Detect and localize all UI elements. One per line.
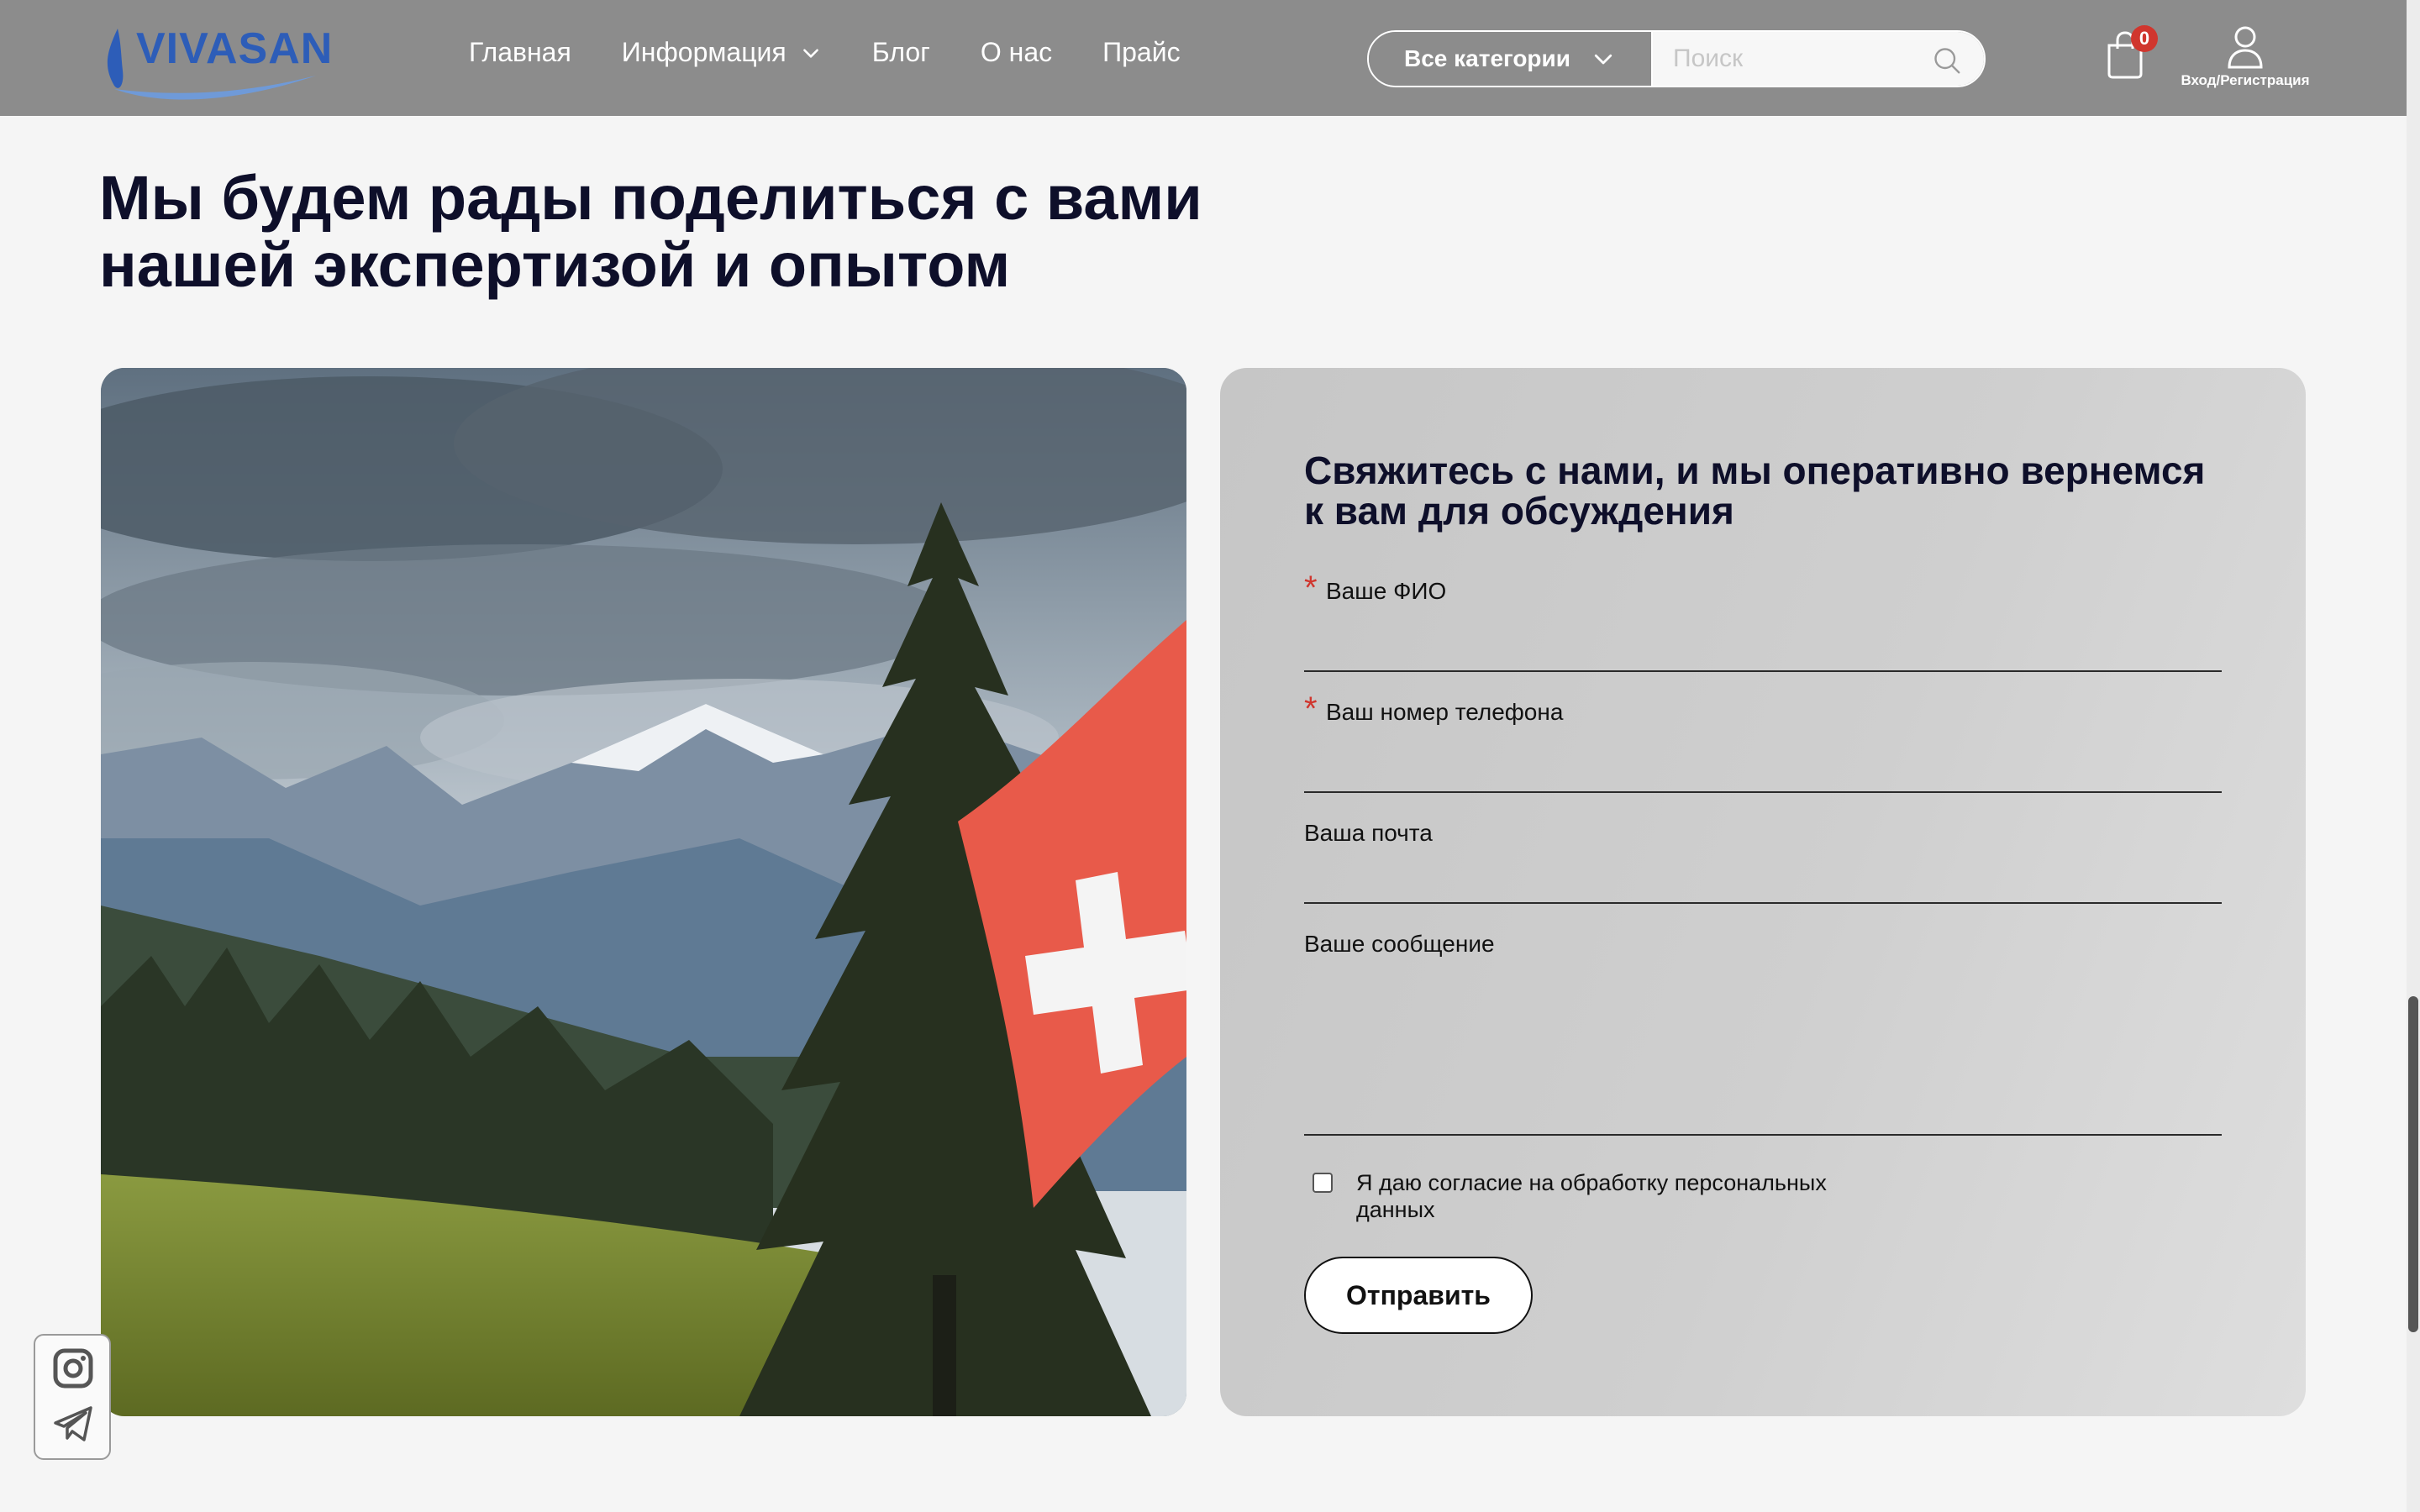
phone-field[interactable]: * Ваш номер телефона [1304, 690, 2225, 793]
fullname-field[interactable]: * Ваше ФИО [1304, 570, 2225, 672]
instagram-icon [53, 1348, 93, 1389]
instagram-link[interactable] [52, 1347, 94, 1389]
nav-price[interactable]: Прайс [1102, 37, 1180, 68]
page-scrollbar[interactable] [2407, 0, 2420, 1512]
telegram-link[interactable] [52, 1403, 94, 1445]
form-title-line1: Свяжитесь с нами, и мы оперативно вернем… [1304, 449, 2206, 492]
category-select[interactable]: Все категории [1369, 32, 1653, 86]
consent-line1: Я даю согласие на обработку персональных [1356, 1170, 1827, 1195]
cart-count-badge: 0 [2131, 25, 2158, 52]
search-box [1653, 32, 1984, 86]
nav-blog[interactable]: Блог [872, 37, 930, 68]
phone-label: Ваш номер телефона [1326, 699, 1564, 725]
nav-info-label: Информация [621, 37, 786, 67]
search-bar: Все категории [1367, 30, 1986, 87]
required-mark: * [1304, 570, 1318, 606]
user-icon [2228, 26, 2263, 69]
form-title: Свяжитесь с нами, и мы оперативно вернем… [1304, 450, 2254, 531]
alps-swiss-flag-photo [101, 368, 1186, 1416]
nav-home-label: Главная [469, 37, 571, 67]
logo-text: VIVASAN [136, 24, 334, 73]
page-title-line2: нашей экспертизой и опытом [99, 230, 1011, 300]
required-mark: * [1304, 690, 1318, 727]
contact-form-card: Свяжитесь с нами, и мы оперативно вернем… [1220, 368, 2306, 1416]
main-nav: Главная Информация Блог О нас Прайс [469, 37, 1181, 68]
form-title-line2: к вам для обсуждения [1304, 489, 1734, 533]
nav-info[interactable]: Информация [622, 37, 822, 68]
submit-button[interactable]: Отправить [1304, 1257, 1533, 1334]
telegram-icon [54, 1406, 92, 1441]
nav-about-label: О нас [980, 37, 1053, 67]
email-label: Ваша почта [1304, 820, 1433, 846]
site-header: VIVASAN Главная Информация Блог О нас Пр… [0, 0, 2407, 116]
phone-input[interactable] [1304, 759, 2225, 788]
message-textarea[interactable] [1304, 978, 2225, 1124]
search-icon[interactable] [1932, 45, 1962, 76]
nav-home[interactable]: Главная [469, 37, 571, 68]
message-label: Ваше сообщение [1304, 931, 1495, 957]
chevron-down-icon [1594, 54, 1612, 65]
fullname-input[interactable] [1304, 638, 2225, 667]
social-links [34, 1334, 111, 1460]
page-title: Мы будем рады поделиться с вами нашей эк… [99, 165, 1360, 299]
category-select-label: Все категории [1404, 45, 1570, 71]
message-field[interactable]: Ваше сообщение [1304, 931, 2225, 1136]
nav-about[interactable]: О нас [981, 37, 1052, 68]
cart-button[interactable]: 0 [2106, 25, 2158, 81]
consent-text: Я даю согласие на обработку персональных… [1356, 1169, 1894, 1223]
landscape-illustration [101, 368, 1186, 1416]
consent-row: Я даю согласие на обработку персональных… [1313, 1169, 1894, 1223]
nav-blog-label: Блог [871, 37, 930, 67]
scrollbar-thumb[interactable] [2408, 996, 2418, 1332]
chevron-down-icon [802, 48, 818, 58]
consent-line2: данных [1356, 1197, 1435, 1222]
email-input[interactable] [1304, 870, 2225, 899]
account-button[interactable]: Вход/Регистрация [2176, 25, 2314, 89]
account-label: Вход/Регистрация [2181, 72, 2310, 88]
fullname-label: Ваше ФИО [1326, 578, 1447, 604]
consent-checkbox[interactable] [1313, 1173, 1333, 1193]
email-field[interactable]: Ваша почта [1304, 820, 2225, 904]
page-title-line1: Мы будем рады поделиться с вами [99, 163, 1202, 233]
vivasan-logo[interactable]: VIVASAN [99, 17, 332, 101]
nav-price-label: Прайс [1102, 37, 1181, 67]
search-input[interactable] [1653, 44, 1927, 74]
